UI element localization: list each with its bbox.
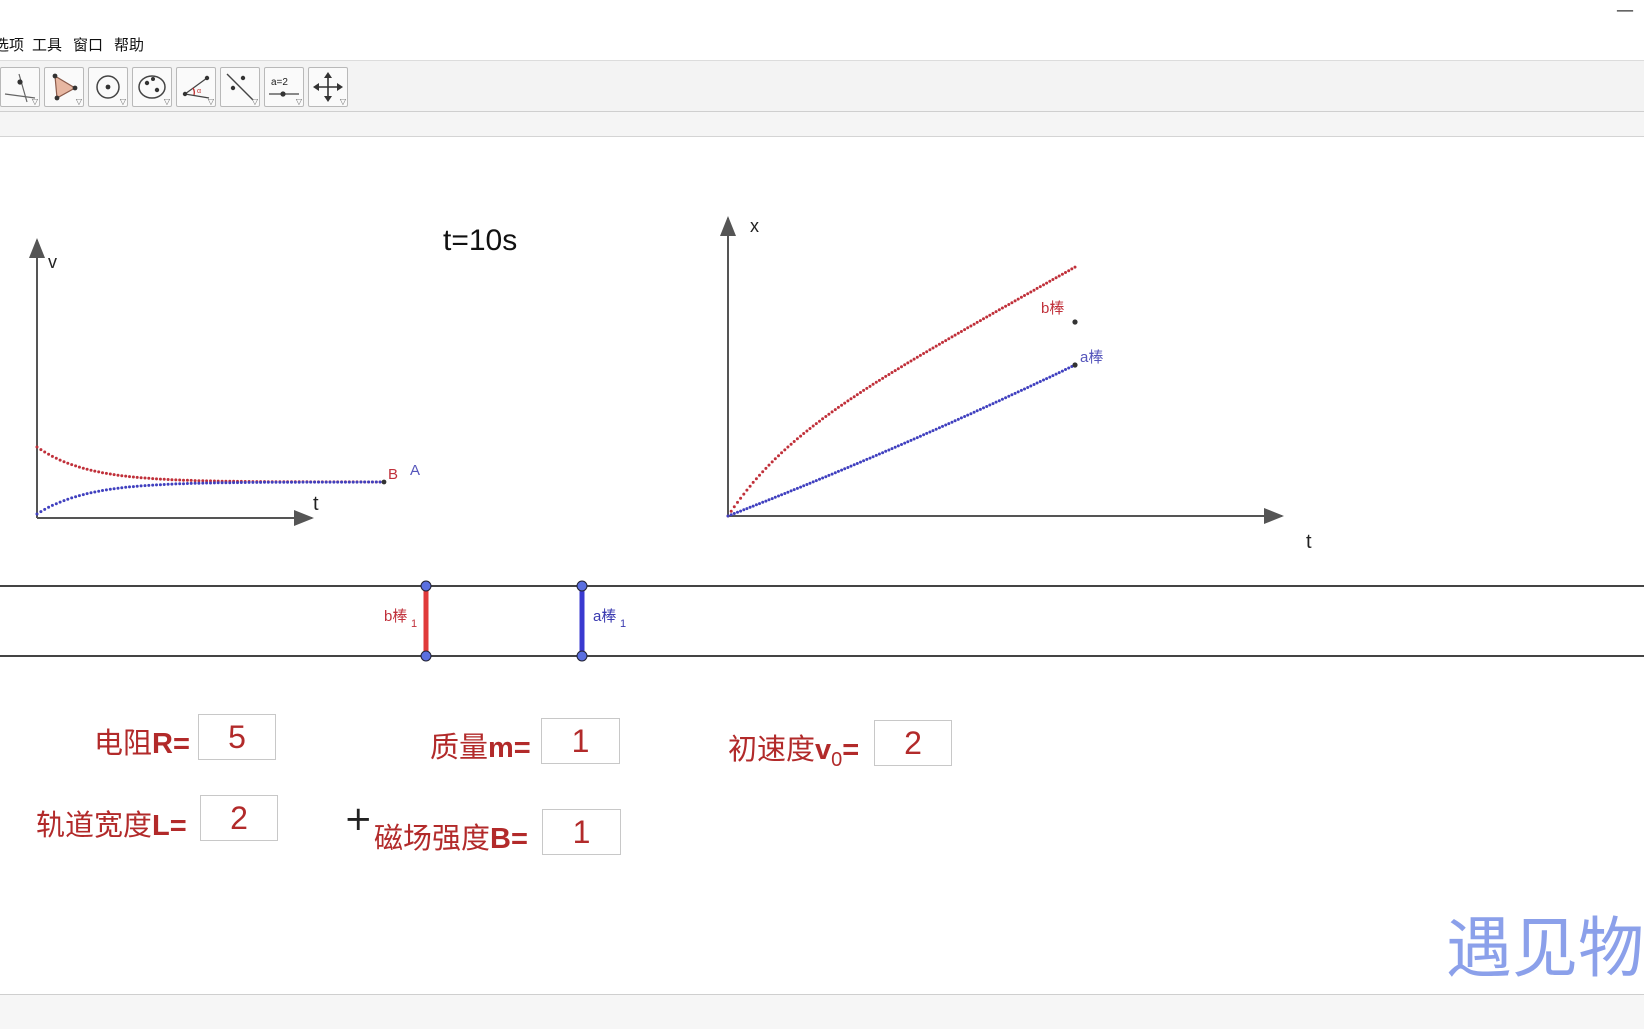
crosshair-cursor-icon: + — [344, 799, 373, 839]
mass-input[interactable]: 1 — [541, 718, 620, 764]
tool-polygon-button[interactable]: ▽ — [44, 67, 84, 107]
field-input[interactable]: 1 — [542, 809, 621, 855]
dropdown-arrow-icon: ▽ — [339, 97, 346, 106]
menu-window[interactable]: 窗口 — [73, 34, 103, 55]
watermark-logo: 遇见物理 — [1446, 910, 1644, 987]
menu-tools[interactable]: 工具 — [32, 34, 62, 55]
input-strip — [0, 112, 1644, 137]
window-titlebar: — — [0, 0, 1644, 28]
footer-bar — [0, 994, 1644, 1029]
tool-circle-button[interactable]: ▽ — [88, 67, 128, 107]
dropdown-arrow-icon: ▽ — [251, 97, 258, 106]
resistance-input[interactable]: 5 — [198, 714, 276, 760]
tool-move-view-button[interactable]: ▽ — [308, 67, 348, 107]
dropdown-arrow-icon: ▽ — [207, 97, 214, 106]
tool-ellipse-button[interactable]: ▽ — [132, 67, 172, 107]
width-label: 轨道宽度L= — [36, 808, 187, 842]
menu-help[interactable]: 帮助 — [114, 34, 144, 55]
velocity-input[interactable]: 2 — [874, 720, 952, 766]
dropdown-arrow-icon: ▽ — [163, 97, 170, 106]
dropdown-arrow-icon: ▽ — [119, 97, 126, 106]
svg-text:α: α — [197, 88, 201, 95]
slider-icon-text: a=2 — [271, 77, 288, 88]
dropdown-arrow-icon: ▽ — [31, 97, 38, 106]
velocity-label: 初速度v0= — [728, 732, 860, 771]
toolbar: ▽ ▽ ▽ ▽ α ▽ ▽ a=2 ▽ ▽ — [0, 61, 1644, 112]
tool-slider-button[interactable]: a=2 ▽ — [264, 67, 304, 107]
time-label: t=10s — [443, 224, 518, 257]
mass-label: 质量m= — [430, 730, 531, 764]
resistance-label: 电阻R= — [94, 726, 190, 760]
minimize-icon[interactable]: — — [1616, 0, 1634, 21]
graphics-view[interactable] — [0, 137, 1644, 994]
width-input[interactable]: 2 — [200, 795, 278, 841]
menu-bar: 选项 工具 窗口 帮助 — [0, 28, 1644, 61]
tool-reflect-button[interactable]: ▽ — [220, 67, 260, 107]
menu-options[interactable]: 选项 — [0, 34, 24, 55]
field-label: 磁场强度B= — [374, 821, 528, 855]
dropdown-arrow-icon: ▽ — [75, 97, 82, 106]
tool-angle-button[interactable]: α ▽ — [176, 67, 216, 107]
dropdown-arrow-icon: ▽ — [295, 97, 302, 106]
tool-point-button[interactable]: ▽ — [0, 67, 40, 107]
